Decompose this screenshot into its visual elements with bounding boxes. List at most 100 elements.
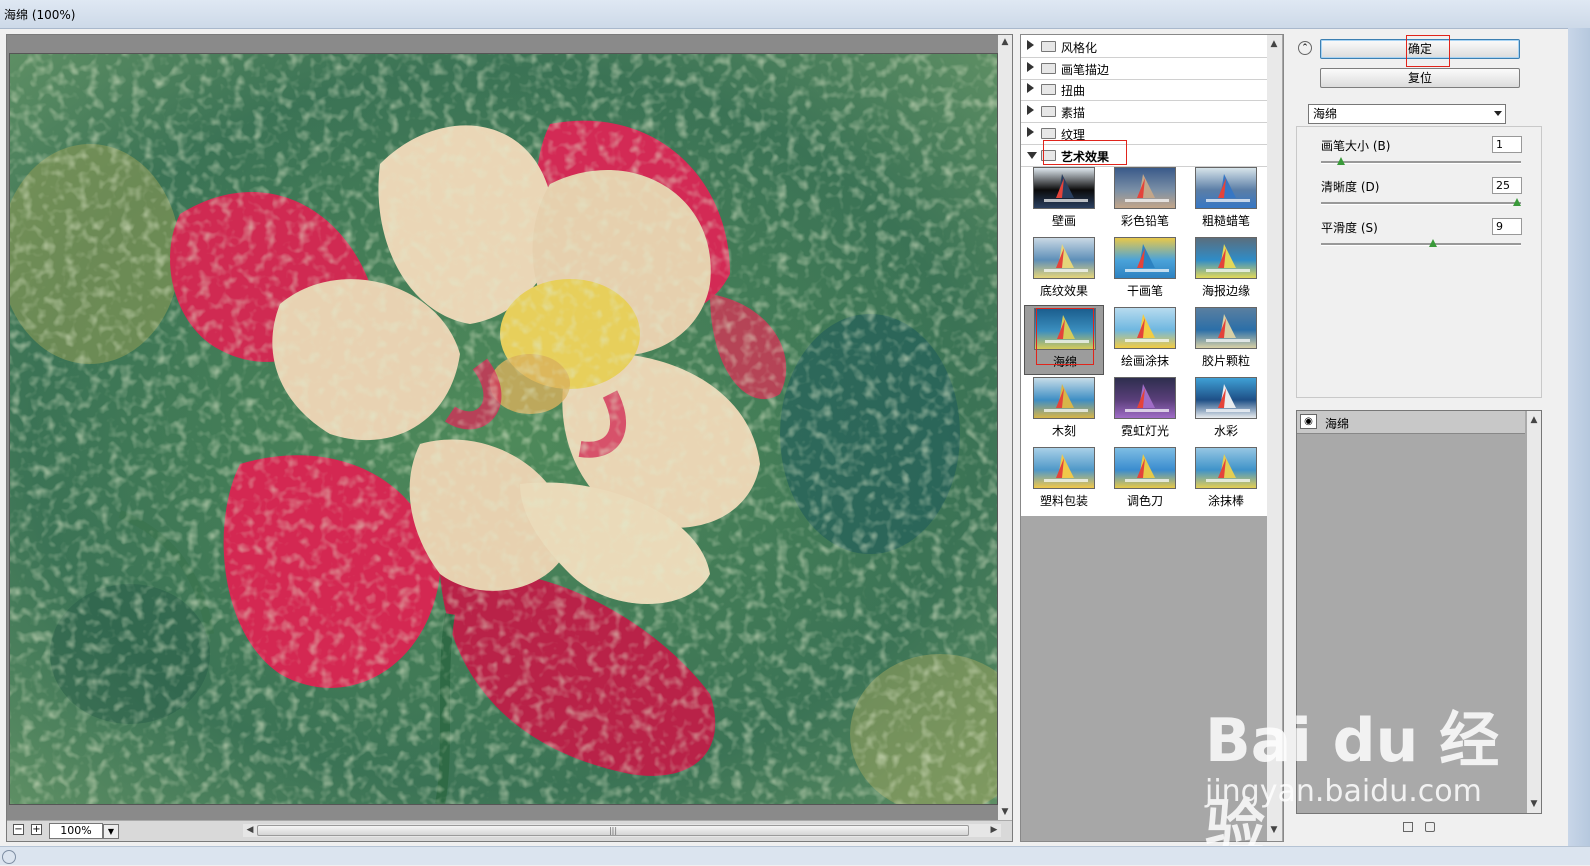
collapsed-arrow-icon[interactable]	[1027, 126, 1034, 137]
filter-thumbnail[interactable]: 粗糙蜡笔	[1186, 165, 1266, 235]
param-slider-knob[interactable]	[1336, 157, 1345, 165]
scroll-up-arrow-icon[interactable]: ▲	[998, 35, 1012, 49]
horizontal-scroll-thumb[interactable]: |||	[257, 825, 969, 836]
zoom-level-field[interactable]: 100%	[49, 823, 103, 839]
preview-vertical-scrollbar[interactable]: ▲ ▼	[998, 35, 1012, 823]
param-slider-track[interactable]	[1321, 202, 1521, 205]
scroll-up-arrow-icon[interactable]: ▲	[1527, 413, 1541, 427]
filter-category-3[interactable]: 素描	[1021, 101, 1267, 124]
param-label: 画笔大小 (B)	[1321, 139, 1391, 153]
scroll-up-arrow-icon[interactable]: ▲	[1267, 37, 1281, 51]
preview-image[interactable]	[9, 53, 998, 805]
effect-layer-row[interactable]: ◉ 海绵	[1297, 411, 1525, 434]
filter-thumbnail[interactable]: 涂抹棒	[1186, 445, 1266, 515]
filter-preview-image	[1195, 307, 1257, 349]
eye-visibility-icon[interactable]: ◉	[1300, 414, 1317, 429]
filter-category-1[interactable]: 画笔描边	[1021, 58, 1267, 80]
filter-thumbnail-label: 胶片颗粒	[1201, 354, 1250, 368]
highlight-thumbnail-box	[1036, 308, 1094, 365]
preview-horizontal-scrollbar[interactable]: ◀ ||| ▶	[243, 824, 1001, 837]
filter-thumbnail[interactable]: 底纹效果	[1024, 235, 1104, 305]
filter-preview-image	[1114, 447, 1176, 489]
scroll-down-arrow-icon[interactable]: ▼	[1527, 797, 1541, 811]
filter-thumbnail[interactable]: 绘画涂抹	[1105, 305, 1185, 375]
filter-thumbnail-label: 粗糙蜡笔	[1201, 214, 1250, 228]
layers-scrollbar[interactable]: ▲ ▼	[1527, 411, 1541, 813]
filter-preview-image	[1195, 377, 1257, 419]
filter-thumbnail-label: 霓虹灯光	[1120, 424, 1169, 438]
scroll-down-arrow-icon[interactable]: ▼	[998, 805, 1012, 819]
filter-preview-image	[1114, 237, 1176, 279]
filter-parameters-group: 画笔大小 (B) 1 清晰度 (D) 25 平滑度 (S) 9	[1296, 126, 1542, 398]
param-slider-track[interactable]	[1321, 243, 1521, 246]
filter-thumbnail[interactable]: 塑料包装	[1024, 445, 1104, 515]
param-value-field[interactable]: 1	[1492, 136, 1522, 153]
filter-thumbnail-label: 壁画	[1051, 214, 1076, 228]
filter-thumbnail[interactable]: 壁画	[1024, 165, 1104, 235]
filter-preview-image	[1033, 167, 1095, 209]
filter-category-2[interactable]: 扭曲	[1021, 79, 1267, 102]
param-label: 平滑度 (S)	[1321, 221, 1378, 235]
collapsed-arrow-icon[interactable]	[1027, 40, 1034, 50]
filter-category-list: 风格化 画笔描边 扭曲 素描 纹理 艺术效果 壁画 彩色铅笔 粗糙蜡笔 底纹效果 干画笔 海报边缘海…	[1021, 35, 1267, 516]
filter-thumbnail[interactable]: 调色刀	[1105, 445, 1185, 515]
filter-thumbnail-label: 海报边缘	[1201, 284, 1250, 298]
filter-thumbnail-label: 干画笔	[1126, 284, 1163, 298]
param-value-field[interactable]: 9	[1492, 218, 1522, 235]
filter-preview-image	[1114, 307, 1176, 349]
filter-thumbnail-label: 彩色铅笔	[1120, 214, 1169, 228]
preview-panel: ▲ ▼ − + 100% ▼ ◀ ||| ▶	[6, 34, 1013, 842]
highlight-category-box	[1043, 140, 1127, 165]
filter-preview-image	[1033, 447, 1095, 489]
preview-status-bar: − + 100% ▼ ◀ ||| ▶	[7, 820, 1012, 841]
filter-thumbnail[interactable]: 水彩	[1186, 375, 1266, 445]
filter-preview-image	[1033, 377, 1095, 419]
filter-category-0[interactable]: 风格化	[1021, 36, 1267, 58]
filter-thumbnail-label: 底纹效果	[1039, 284, 1088, 298]
window-title: 海绵 (100%)	[4, 8, 76, 22]
filter-thumbnail-label: 木刻	[1051, 424, 1076, 438]
folder-icon	[1041, 127, 1056, 139]
param-slider-knob[interactable]	[1428, 239, 1437, 247]
category-label: 素描	[1061, 106, 1086, 121]
category-label: 画笔描边	[1061, 62, 1110, 77]
filter-thumbnail[interactable]: 木刻	[1024, 375, 1104, 445]
expanded-arrow-icon[interactable]	[1027, 151, 1037, 159]
param-slider-knob[interactable]	[1513, 198, 1521, 206]
highlight-ok-box	[1406, 35, 1450, 67]
filter-thumbnail[interactable]: 彩色铅笔	[1105, 165, 1185, 235]
window-title-bar: 海绵 (100%)	[0, 0, 1590, 29]
folder-icon	[1041, 84, 1056, 96]
filter-thumbnail[interactable]: 干画笔	[1105, 235, 1185, 305]
scroll-left-arrow-icon[interactable]: ◀	[243, 824, 257, 837]
zoom-out-button[interactable]: −	[13, 824, 24, 835]
filter-preview-image	[1033, 237, 1095, 279]
zoom-in-button[interactable]: +	[31, 824, 42, 835]
filter-thumbnail[interactable]: 霓虹灯光	[1105, 375, 1185, 445]
effect-layer-name: 海绵	[1325, 417, 1350, 431]
category-label: 扭曲	[1061, 84, 1086, 99]
status-circle-icon	[2, 850, 16, 864]
category-label: 风格化	[1061, 41, 1098, 55]
filter-select-dropdown[interactable]: 海绵	[1308, 104, 1506, 124]
filter-thumbnail[interactable]: 胶片颗粒	[1186, 305, 1266, 375]
watermark-url: jingyan.baidu.com	[1205, 774, 1482, 809]
filter-thumbnail-label: 调色刀	[1126, 494, 1163, 508]
collapsed-arrow-icon[interactable]	[1027, 61, 1034, 72]
watermark: Bai du 经验 jingyan.baidu.com	[1205, 672, 1505, 863]
filter-thumbnail[interactable]: 海报边缘	[1186, 235, 1266, 305]
filter-preview-image	[1114, 377, 1176, 419]
filter-thumbnail-label: 塑料包装	[1039, 494, 1088, 508]
filter-thumbnail-label: 涂抹棒	[1207, 494, 1244, 508]
folder-icon	[1041, 62, 1056, 74]
param-value-field[interactable]: 25	[1492, 177, 1522, 194]
reset-button[interactable]: 复位	[1320, 68, 1520, 88]
folder-icon	[1041, 106, 1056, 118]
filter-preview-image	[1114, 167, 1176, 209]
zoom-dropdown-icon[interactable]: ▼	[103, 824, 119, 839]
param-slider-track[interactable]	[1321, 161, 1521, 164]
scroll-right-arrow-icon[interactable]: ▶	[987, 824, 1001, 837]
collapsed-arrow-icon[interactable]	[1027, 83, 1034, 94]
collapsed-arrow-icon[interactable]	[1027, 105, 1034, 116]
collapse-gallery-icon[interactable]: ⌃	[1298, 41, 1312, 55]
